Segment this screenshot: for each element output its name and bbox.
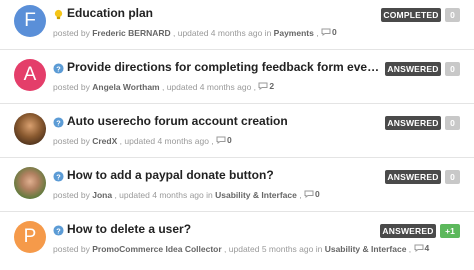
category-link[interactable]: Usability & Interface <box>325 244 407 254</box>
comment-count[interactable]: 0 <box>321 26 337 38</box>
avatar[interactable]: F <box>14 5 46 37</box>
status-badge: ANSWERED <box>385 116 441 130</box>
topic-title[interactable]: How to add a paypal donate button? <box>67 167 381 183</box>
topic-list: F Education plan posted by Frederic BERN… <box>0 0 474 270</box>
comment-count-value: 0 <box>227 135 232 145</box>
meta-updated: , updated 5 months ago in <box>221 244 325 254</box>
svg-text:?: ? <box>56 118 61 127</box>
author-link[interactable]: CredX <box>92 136 117 146</box>
lightbulb-icon <box>54 9 63 20</box>
meta-prefix: posted by <box>53 136 93 146</box>
avatar[interactable] <box>14 167 46 199</box>
author-link[interactable]: Frederic BERNARD <box>92 28 170 38</box>
topic-meta: posted by CredX , updated 4 months ago ,… <box>53 134 453 147</box>
status-badge: ANSWERED <box>380 224 436 238</box>
comment-icon <box>321 28 331 36</box>
meta-prefix: posted by <box>53 28 93 38</box>
comment-count[interactable]: 4 <box>414 242 430 254</box>
question-icon: ? <box>53 225 64 236</box>
question-icon: ? <box>53 117 64 128</box>
meta-separator: , <box>313 28 321 38</box>
comment-icon <box>304 190 314 198</box>
avatar[interactable] <box>14 113 46 145</box>
topic-title[interactable]: Provide directions for completing feedba… <box>67 59 381 75</box>
meta-updated: , updated 4 months ago , <box>159 82 259 92</box>
avatar-letter: F <box>24 10 36 31</box>
topic-row[interactable]: ? Auto userecho forum account creation p… <box>0 104 474 158</box>
topic-row[interactable]: ? How to add a paypal donate button? pos… <box>0 158 474 212</box>
avatar[interactable]: P <box>14 221 46 253</box>
meta-prefix: posted by <box>53 190 93 200</box>
status-badge: ANSWERED <box>385 62 441 76</box>
avatar-letter: A <box>23 64 37 85</box>
topic-title[interactable]: Education plan <box>67 5 381 21</box>
topic-row[interactable]: P ? How to delete a user? posted by Prom… <box>0 212 474 266</box>
comment-count-value: 0 <box>314 189 320 199</box>
author-link[interactable]: Jona <box>92 190 112 200</box>
meta-updated: , updated 4 months ago in <box>170 28 274 38</box>
topic-title[interactable]: Auto userecho forum account creation <box>67 113 381 129</box>
svg-text:?: ? <box>56 172 61 181</box>
status-badge: COMPLETED <box>381 8 441 22</box>
comment-count-value: 2 <box>269 81 275 91</box>
svg-text:?: ? <box>56 226 61 235</box>
meta-prefix: posted by <box>53 244 93 254</box>
avatar[interactable]: A <box>14 59 46 91</box>
comment-count-value: 4 <box>424 243 430 253</box>
topic-row[interactable]: A ? Provide directions for completing fe… <box>0 50 474 104</box>
comment-icon <box>258 82 268 90</box>
topic-title[interactable]: How to delete a user? <box>67 221 381 237</box>
author-link[interactable]: Angela Wortham <box>92 82 159 92</box>
vote-count[interactable]: 0 <box>445 62 460 76</box>
topic-row[interactable]: F Education plan posted by Frederic BERN… <box>0 0 474 50</box>
avatar-letter: P <box>23 226 37 247</box>
comment-count[interactable]: 2 <box>258 80 274 92</box>
topic-meta: posted by Angela Wortham , updated 4 mon… <box>53 80 453 93</box>
meta-prefix: posted by <box>53 82 93 92</box>
vote-count[interactable]: 0 <box>445 116 460 130</box>
meta-updated: , updated 4 months ago , <box>117 136 217 146</box>
comment-icon <box>414 244 424 252</box>
comment-icon <box>216 136 226 144</box>
question-icon: ? <box>53 171 64 182</box>
topic-meta: posted by Jona , updated 4 months ago in… <box>53 188 453 201</box>
author-link[interactable]: PromoCommerce Idea Collector <box>92 244 221 254</box>
meta-separator: , <box>296 190 304 200</box>
meta-updated: , updated 4 months ago in <box>112 190 216 200</box>
meta-separator: , <box>406 244 414 254</box>
topic-meta: posted by PromoCommerce Idea Collector ,… <box>53 242 453 255</box>
vote-count[interactable]: 0 <box>445 8 460 22</box>
comment-count[interactable]: 0 <box>216 134 232 146</box>
vote-count[interactable]: +1 <box>440 224 460 238</box>
comment-count-value: 0 <box>331 27 337 37</box>
svg-text:?: ? <box>56 64 61 73</box>
comment-count[interactable]: 0 <box>304 188 320 200</box>
status-badge: ANSWERED <box>385 170 441 184</box>
category-link[interactable]: Usability & Interface <box>215 190 297 200</box>
vote-count[interactable]: 0 <box>445 170 460 184</box>
topic-meta: posted by Frederic BERNARD , updated 4 m… <box>53 26 453 39</box>
question-icon: ? <box>53 63 64 74</box>
category-link[interactable]: Payments <box>274 28 314 38</box>
